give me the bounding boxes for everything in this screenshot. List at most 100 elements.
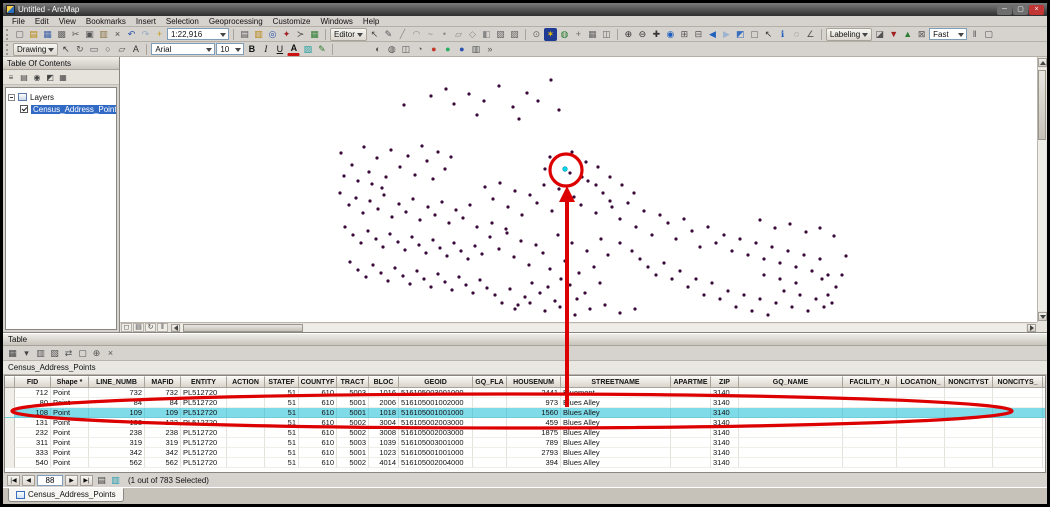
menu-insert[interactable]: Insert bbox=[131, 17, 161, 26]
rectangle-tool-icon[interactable]: ▭ bbox=[87, 43, 100, 56]
pan-icon[interactable]: ✚ bbox=[650, 28, 663, 41]
table-row-fid-80[interactable]: 80Point8484PL512720516105001200651610500… bbox=[5, 398, 1045, 408]
reshape-icon[interactable]: ◇ bbox=[466, 28, 479, 41]
scroll-left-button[interactable] bbox=[171, 324, 180, 332]
row-selector[interactable] bbox=[5, 458, 15, 468]
show-selected-records-icon[interactable]: ▥ bbox=[109, 474, 122, 487]
column-header-statef[interactable]: STATEF bbox=[265, 376, 299, 388]
point-tool-icon[interactable]: • bbox=[438, 28, 451, 41]
full-extent-icon[interactable]: ◉ bbox=[664, 28, 677, 41]
view-unplaced-icon[interactable]: ▢ bbox=[982, 28, 995, 41]
last-record-button[interactable]: ▶| bbox=[80, 475, 93, 486]
layer-name[interactable]: Census_Address_Points bbox=[31, 105, 117, 114]
minimize-button[interactable]: ─ bbox=[997, 5, 1012, 15]
menu-windows[interactable]: Windows bbox=[315, 17, 357, 26]
editor-dropdown[interactable]: Editor bbox=[330, 28, 367, 41]
horizontal-scroll-track[interactable] bbox=[181, 324, 1026, 332]
column-header-location[interactable]: LOCATION_ bbox=[897, 376, 945, 388]
forward-extent-icon[interactable]: ▶ bbox=[720, 28, 733, 41]
copy-icon[interactable]: ▣ bbox=[83, 28, 96, 41]
toolbar-grip[interactable] bbox=[6, 44, 9, 55]
column-header-gq-name[interactable]: GQ_NAME bbox=[739, 376, 843, 388]
column-header-noncityst[interactable]: NONCITYST bbox=[945, 376, 993, 388]
layer-visibility-checkbox[interactable] bbox=[20, 105, 28, 113]
column-header-zip[interactable]: ZIP bbox=[711, 376, 739, 388]
row-selector[interactable] bbox=[5, 428, 15, 438]
vertical-scroll-track[interactable] bbox=[1038, 68, 1046, 311]
menu-bookmarks[interactable]: Bookmarks bbox=[81, 17, 131, 26]
scale-combo[interactable]: 1:22,916 bbox=[167, 28, 229, 40]
scroll-down-button[interactable] bbox=[1038, 312, 1047, 321]
font-size-combo[interactable]: 10 bbox=[216, 43, 244, 55]
polygon-tool-icon[interactable]: ▱ bbox=[115, 43, 128, 56]
list-by-drawing-order-icon[interactable]: ≡ bbox=[5, 71, 17, 83]
map-horizontal-scrollbar[interactable]: ◻▤↻‖ bbox=[120, 322, 1037, 332]
toolbar-grip[interactable] bbox=[6, 29, 9, 40]
collapse-icon[interactable] bbox=[8, 94, 15, 101]
column-header-streetname[interactable]: STREETNAME bbox=[561, 376, 671, 388]
georeferencing-icon[interactable]: + bbox=[572, 28, 585, 41]
column-header-geoid[interactable]: GEOID bbox=[399, 376, 473, 388]
underline-button[interactable]: U bbox=[273, 43, 286, 56]
vertical-scroll-thumb[interactable] bbox=[1038, 70, 1046, 140]
zoom-in-icon[interactable]: ⊕ bbox=[622, 28, 635, 41]
map-canvas[interactable] bbox=[120, 57, 1037, 322]
menu-customize[interactable]: Customize bbox=[268, 17, 316, 26]
font-color-button[interactable]: A bbox=[287, 43, 300, 56]
add-basemap-icon[interactable]: ◍ bbox=[558, 28, 571, 41]
rotate-element-icon[interactable]: ↻ bbox=[73, 43, 86, 56]
label-weight-icon[interactable]: ▲ bbox=[901, 28, 914, 41]
toc-options-icon[interactable]: ▦ bbox=[57, 71, 69, 83]
back-extent-icon[interactable]: ◀ bbox=[706, 28, 719, 41]
column-header-apartme[interactable]: APARTME bbox=[671, 376, 711, 388]
identify-icon[interactable]: ℹ bbox=[776, 28, 789, 41]
basemap-icon[interactable]: ✶ bbox=[544, 28, 557, 41]
find-icon[interactable]: ◌ bbox=[790, 28, 803, 41]
select-elements-icon[interactable]: ↖ bbox=[762, 28, 775, 41]
menu-selection[interactable]: Selection bbox=[161, 17, 204, 26]
delete-selected-icon[interactable]: × bbox=[104, 347, 117, 360]
column-header-fid[interactable]: FID bbox=[15, 376, 51, 388]
toc-window-icon[interactable]: ▤ bbox=[238, 28, 251, 41]
column-header-m[interactable]: M bbox=[1043, 376, 1045, 388]
add-data-icon[interactable]: + bbox=[153, 28, 166, 41]
font-combo[interactable]: Arial bbox=[151, 43, 215, 55]
attributes-window-icon[interactable]: ▧ bbox=[494, 28, 507, 41]
cut-polygons-icon[interactable]: ◧ bbox=[480, 28, 493, 41]
effects-icon[interactable]: ◐ bbox=[371, 43, 384, 56]
first-record-button[interactable]: |◀ bbox=[7, 475, 20, 486]
column-header-tract[interactable]: TRACT bbox=[337, 376, 369, 388]
bold-button[interactable]: B bbox=[245, 43, 258, 56]
row-selector[interactable] bbox=[5, 438, 15, 448]
column-header-mafid[interactable]: MAFID bbox=[145, 376, 181, 388]
symbol-green-icon[interactable]: ● bbox=[441, 43, 454, 56]
print-icon[interactable]: ▩ bbox=[55, 28, 68, 41]
trace-tool-icon[interactable]: ~ bbox=[424, 28, 437, 41]
map-vertical-scrollbar[interactable] bbox=[1037, 57, 1047, 322]
table-row-fid-108[interactable]: 108Point109109PL512720516105001101851610… bbox=[5, 408, 1045, 418]
italic-button[interactable]: I bbox=[259, 43, 272, 56]
redo-icon[interactable]: ↷ bbox=[139, 28, 152, 41]
modelbuilder-icon[interactable]: ▦ bbox=[308, 28, 321, 41]
scroll-up-button[interactable] bbox=[1038, 58, 1047, 67]
column-header-noncitys[interactable]: NONCITYS_ bbox=[993, 376, 1043, 388]
new-map-icon[interactable]: ▢ bbox=[13, 28, 26, 41]
row-selector[interactable] bbox=[5, 408, 15, 418]
pause-labeling-icon[interactable]: ‖ bbox=[968, 28, 981, 41]
next-record-button[interactable]: ▶ bbox=[65, 475, 78, 486]
swipe-icon[interactable]: ◫ bbox=[399, 43, 412, 56]
layers-node[interactable]: Layers bbox=[8, 91, 114, 103]
table-row-fid-333[interactable]: 333Point342342PL512720516105001102351610… bbox=[5, 448, 1045, 458]
open-icon[interactable]: ▤ bbox=[27, 28, 40, 41]
measure-icon[interactable]: ∠ bbox=[804, 28, 817, 41]
menu-geoprocessing[interactable]: Geoprocessing bbox=[204, 17, 268, 26]
label-priority-icon[interactable]: ▼ bbox=[887, 28, 900, 41]
record-number-input[interactable] bbox=[37, 475, 63, 486]
column-header-gq-fla[interactable]: GQ_FLA bbox=[473, 376, 507, 388]
table-row-fid-712[interactable]: 712Point732732PL512720516105003101651610… bbox=[5, 388, 1045, 398]
data-view-icon[interactable]: ◻ bbox=[121, 323, 132, 332]
label-manager-icon[interactable]: ◪ bbox=[873, 28, 886, 41]
symbol-blue-icon[interactable]: ● bbox=[455, 43, 468, 56]
arctoolbox-icon[interactable]: ✦ bbox=[280, 28, 293, 41]
maximize-button[interactable]: ▢ bbox=[1013, 5, 1028, 15]
